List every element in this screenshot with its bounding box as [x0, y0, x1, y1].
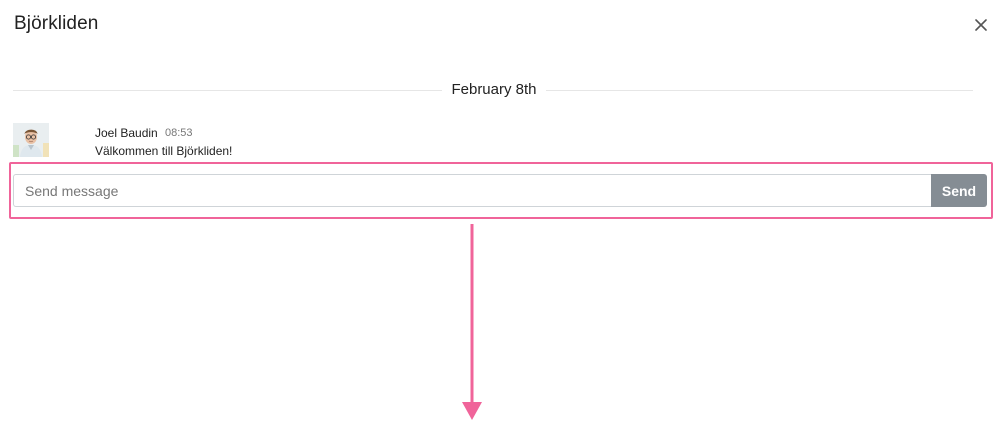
message-input[interactable]: [13, 174, 931, 207]
user-avatar-icon: [13, 123, 49, 157]
chat-window: Björkliden February 8th Joel Baudin 08:5…: [0, 0, 1000, 443]
send-button[interactable]: Send: [931, 174, 987, 207]
divider-line-right: [546, 90, 973, 91]
close-icon: [975, 19, 987, 31]
avatar[interactable]: [13, 123, 49, 157]
arrow-down-icon: [462, 224, 482, 420]
message-text: Välkommen till Björkliden!: [95, 144, 233, 158]
date-divider: February 8th: [13, 80, 973, 100]
message-time: 08:53: [165, 127, 193, 139]
message-author: Joel Baudin: [95, 126, 158, 140]
compose-bar: Send: [13, 174, 987, 207]
channel-title: Björkliden: [14, 13, 99, 34]
message-item: Joel Baudin 08:53 Välkommen till Björkli…: [13, 123, 973, 159]
date-label: February 8th: [451, 81, 537, 98]
divider-line-left: [13, 90, 442, 91]
close-button[interactable]: [970, 14, 992, 36]
